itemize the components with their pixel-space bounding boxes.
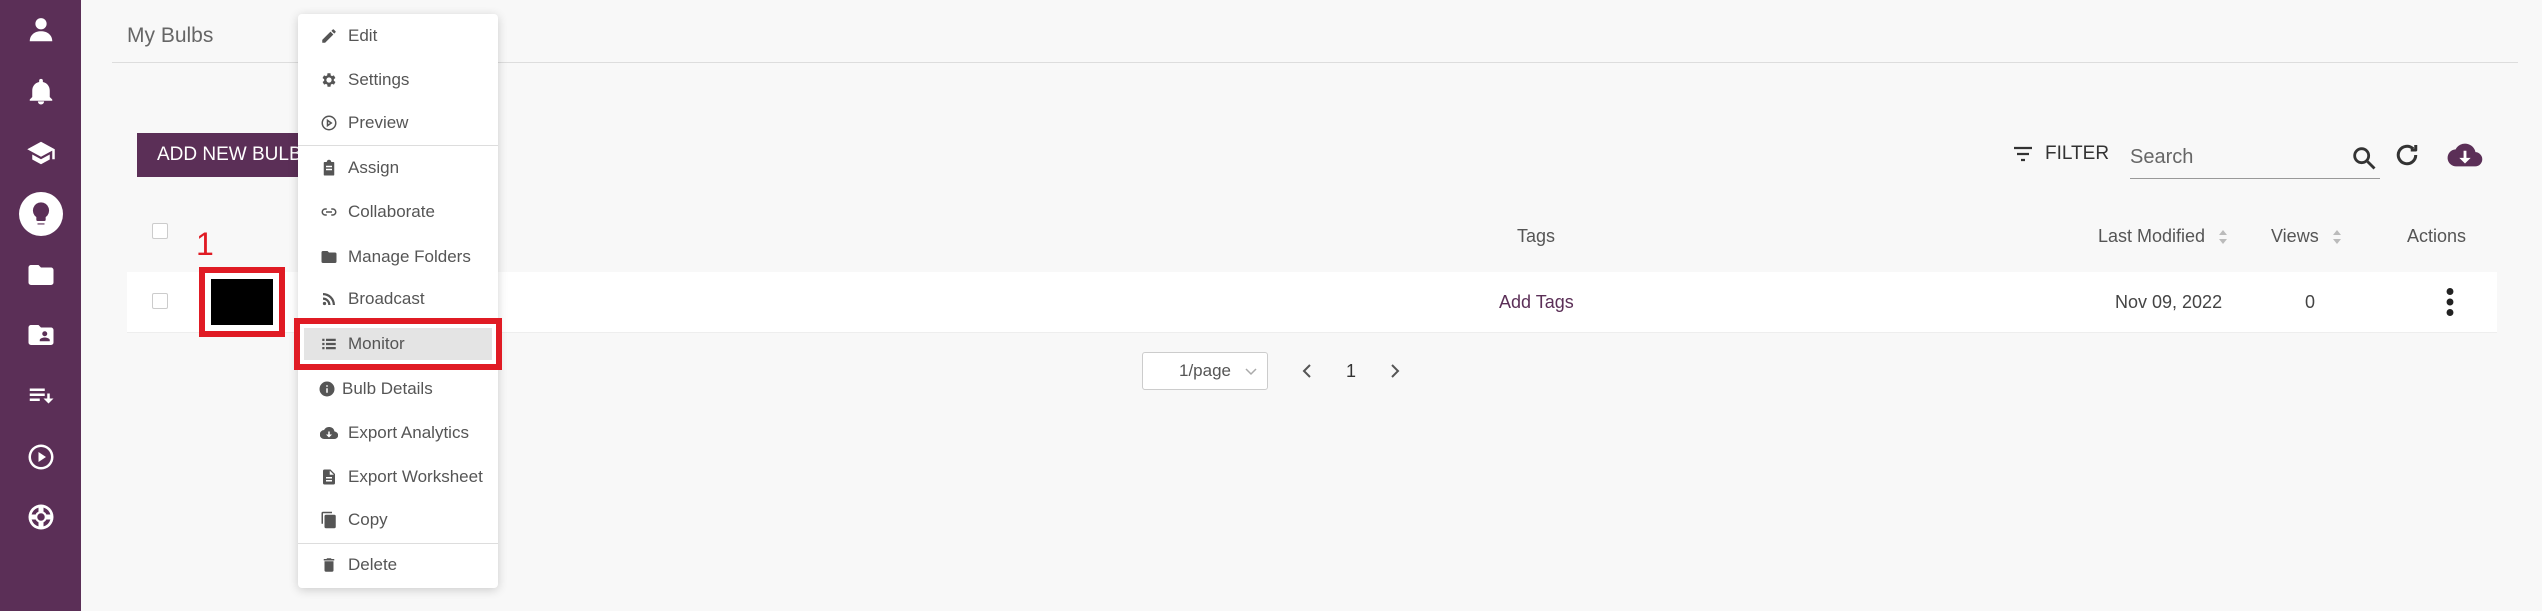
active-indicator xyxy=(18,192,63,236)
folder-icon xyxy=(28,265,53,285)
sidebar-item-media[interactable] xyxy=(0,427,81,487)
menu-item-settings[interactable]: Settings xyxy=(298,60,498,100)
contact-folder-icon xyxy=(28,325,53,345)
menu-item-bulb-details[interactable]: Bulb Details xyxy=(298,369,498,409)
menu-item-export-worksheet[interactable]: Export Worksheet xyxy=(298,457,498,497)
search-box xyxy=(2130,140,2380,179)
menu-divider xyxy=(298,543,498,544)
sidebar-item-bulbs[interactable] xyxy=(0,184,81,244)
sidebar-item-playlists[interactable] xyxy=(0,366,81,426)
playlist-icon xyxy=(29,388,53,404)
sidebar-item-folders[interactable] xyxy=(0,245,81,305)
menu-item-label: Manage Folders xyxy=(348,247,471,266)
menu-item-manage-folders[interactable]: Manage Folders xyxy=(298,237,498,277)
menu-item-label: Preview xyxy=(348,113,409,132)
page-size-select[interactable]: 1/page xyxy=(1142,352,1268,390)
header-last-modified[interactable]: Last Modified xyxy=(2098,226,2228,247)
menu-item-label: Copy xyxy=(348,510,388,529)
filter-button[interactable]: FILTER xyxy=(2011,142,2109,166)
document-icon xyxy=(323,469,335,485)
row-checkbox[interactable] xyxy=(152,293,168,309)
header-last-modified-label: Last Modified xyxy=(2098,226,2206,246)
menu-item-broadcast[interactable]: Broadcast xyxy=(298,279,498,319)
menu-item-label: Export Analytics xyxy=(348,423,469,442)
sidebar-item-learning[interactable] xyxy=(0,123,81,183)
menu-divider xyxy=(298,145,498,146)
menu-item-label: Assign xyxy=(348,158,400,177)
annotation-number-1: 1 xyxy=(196,226,214,262)
play-circle-icon xyxy=(28,444,53,470)
chevron-down-icon xyxy=(1245,368,1257,376)
bulb-actions-menu: Edit Settings Preview Assign Collaborate… xyxy=(294,14,502,588)
page-size-value: 1/page xyxy=(1179,361,1231,380)
sort-icon xyxy=(2332,230,2341,245)
more-vertical-icon[interactable] xyxy=(2443,287,2457,317)
current-page[interactable]: 1 xyxy=(1346,361,1356,382)
sidebar xyxy=(0,0,81,611)
menu-item-assign[interactable]: Assign xyxy=(298,148,498,188)
graduation-cap-icon xyxy=(26,141,55,165)
menu-item-edit[interactable]: Edit xyxy=(298,16,498,56)
header-tags: Tags xyxy=(1517,226,1556,246)
menu-item-label: Bulb Details xyxy=(342,379,433,398)
filter-label: FILTER xyxy=(2045,143,2110,164)
folder-icon xyxy=(321,251,337,263)
cloud-download-icon xyxy=(320,427,338,440)
support-ring-icon xyxy=(28,504,53,530)
menu-item-copy[interactable]: Copy xyxy=(298,500,498,540)
menu-item-label: Edit xyxy=(348,26,378,45)
menu-item-label: Delete xyxy=(348,555,398,574)
menu-item-label: Broadcast xyxy=(348,289,425,308)
trash-icon xyxy=(323,558,335,572)
search-icon[interactable] xyxy=(2350,144,2378,172)
gear-icon xyxy=(322,73,336,87)
lightbulb-icon xyxy=(32,202,49,225)
sidebar-item-contacts[interactable] xyxy=(0,305,81,365)
select-all-checkbox[interactable] xyxy=(152,223,168,239)
next-page-icon[interactable] xyxy=(1384,361,1404,381)
highlighted-thumbnail[interactable] xyxy=(199,267,285,337)
menu-item-export-analytics[interactable]: Export Analytics xyxy=(298,413,498,453)
cloud-download-icon[interactable] xyxy=(2447,138,2483,172)
sidebar-item-profile[interactable] xyxy=(0,0,81,60)
clipboard-icon xyxy=(323,159,335,176)
header-views[interactable]: Views xyxy=(2271,226,2342,247)
play-circle-icon xyxy=(321,115,337,131)
rss-icon xyxy=(322,293,335,306)
filter-icon xyxy=(2014,146,2032,162)
header-views-label: Views xyxy=(2271,226,2319,246)
add-tags-link[interactable]: Add Tags xyxy=(1499,292,1574,313)
menu-item-delete[interactable]: Delete xyxy=(298,545,498,585)
menu-item-label: Export Worksheet xyxy=(348,467,483,486)
menu-item-label: Settings xyxy=(348,70,410,89)
menu-item-collaborate[interactable]: Collaborate xyxy=(298,192,498,232)
sidebar-item-support[interactable] xyxy=(0,487,81,547)
refresh-icon[interactable] xyxy=(2392,140,2422,170)
copy-icon xyxy=(321,511,336,529)
pencil-icon xyxy=(322,29,336,43)
link-icon xyxy=(321,208,337,216)
last-modified-value: Nov 09, 2022 xyxy=(2115,292,2223,312)
add-new-bulb-button[interactable]: ADD NEW BULB xyxy=(137,133,319,177)
person-icon xyxy=(29,18,52,42)
views-value: 0 xyxy=(2305,292,2316,312)
bell-icon xyxy=(29,78,52,105)
search-input[interactable] xyxy=(2130,140,2340,174)
bulb-thumbnail xyxy=(211,279,273,325)
list-icon xyxy=(322,338,336,350)
menu-item-monitor[interactable]: Monitor xyxy=(294,318,502,370)
info-icon xyxy=(319,381,335,397)
prev-page-icon[interactable] xyxy=(1298,361,1318,381)
sort-icon xyxy=(2219,230,2228,245)
menu-item-preview[interactable]: Preview xyxy=(298,103,498,143)
header-actions: Actions xyxy=(2407,226,2467,246)
sidebar-item-notifications[interactable] xyxy=(0,62,81,122)
pagination: 1/page 1 xyxy=(1142,352,1404,390)
menu-item-label: Collaborate xyxy=(348,202,435,221)
page-title: My Bulbs xyxy=(127,24,214,47)
menu-item-label: Monitor xyxy=(348,334,405,353)
